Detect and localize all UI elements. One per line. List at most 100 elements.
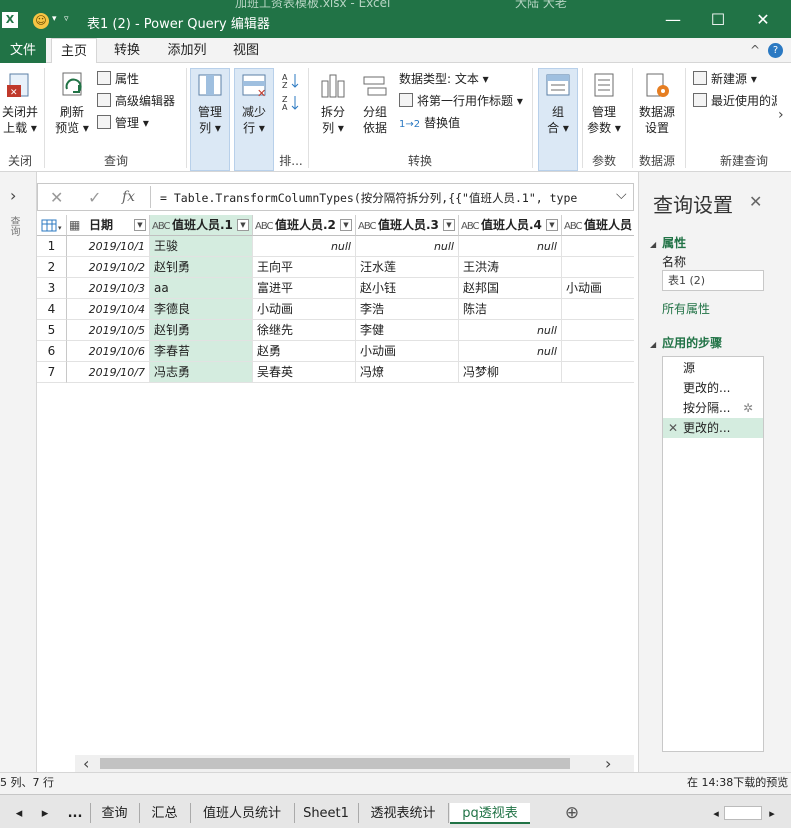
table-cell[interactable]: 冯志勇 (150, 362, 253, 383)
group-by-button[interactable]: 分组 依据 (356, 71, 394, 136)
column-header-c5[interactable]: ABC 值班人员 (562, 215, 634, 236)
table-cell-date[interactable]: 2019/10/3 (67, 278, 150, 299)
fx-icon[interactable]: fx (122, 189, 135, 205)
table-cell[interactable]: 富进平 (253, 278, 356, 299)
table-cell[interactable]: null (459, 236, 562, 257)
prev-sheet-icon[interactable]: ◂ (10, 803, 28, 824)
table-cell-date[interactable]: 2019/10/4 (67, 299, 150, 320)
sort-ascending-button[interactable]: AZ (280, 71, 302, 93)
column-filter-dropdown-icon[interactable]: ▼ (134, 219, 146, 231)
table-cell[interactable]: null (459, 341, 562, 362)
collapse-ribbon-icon[interactable]: ^ (750, 43, 760, 57)
horizontal-scrollbar[interactable]: ‹ › (75, 754, 634, 773)
use-first-row-headers-button[interactable]: 将第一行用作标题 ▾ (399, 93, 523, 109)
table-cell-date[interactable]: 2019/10/6 (67, 341, 150, 362)
table-cell[interactable]: 小动画 (253, 299, 356, 320)
table-cell[interactable]: 吴春英 (253, 362, 356, 383)
table-cell[interactable]: null (459, 320, 562, 341)
add-sheet-icon[interactable]: ⊕ (560, 803, 584, 824)
all-properties-link[interactable]: 所有属性 (662, 300, 710, 317)
column-filter-dropdown-icon[interactable]: ▼ (443, 219, 455, 231)
queries-pane-label[interactable]: 查询 (6, 216, 21, 236)
sheet-tab-pivot-stats[interactable]: 透视表统计 (360, 803, 446, 824)
text-type-icon[interactable]: ABC (461, 216, 479, 237)
table-cell[interactable]: 冯燎 (356, 362, 459, 383)
row-number[interactable]: 3 (37, 278, 67, 299)
column-header-c2[interactable]: ABC 值班人员.2 ▼ (253, 215, 356, 236)
column-filter-dropdown-icon[interactable]: ▼ (340, 219, 352, 231)
delete-step-icon[interactable]: ✕ (668, 418, 678, 438)
reduce-rows-button[interactable]: ✕ 减少 行 ▾ (234, 71, 274, 136)
step-split-by-delimiter[interactable]: 按分隔... ✲ (663, 398, 763, 418)
qat-customize-icon[interactable]: ▿ (64, 14, 69, 24)
applied-steps-section-header[interactable]: ◢ 应用的步骤 (650, 334, 722, 351)
table-cell[interactable]: 冯梦柳 (459, 362, 562, 383)
close-query-settings-icon[interactable]: ✕ (749, 192, 762, 211)
date-type-icon[interactable]: ▦ (69, 215, 80, 236)
table-cell[interactable]: 汪水莲 (356, 257, 459, 278)
row-number[interactable]: 4 (37, 299, 67, 320)
column-header-c3[interactable]: ABC 值班人员.3 ▼ (356, 215, 459, 236)
table-cell-date[interactable]: 2019/10/7 (67, 362, 150, 383)
cancel-formula-icon[interactable]: ✕ (50, 188, 63, 207)
tab-add-column[interactable]: 添加列 (162, 38, 212, 63)
query-name-input[interactable]: 表1 (2) (662, 270, 764, 291)
ribbon-scroll-right-icon[interactable]: › (778, 107, 784, 123)
formula-input[interactable]: = Table.TransformColumnTypes(按分隔符拆分列,{{"… (160, 190, 577, 206)
table-cell[interactable] (562, 362, 634, 383)
advanced-editor-button[interactable]: 高级编辑器 (97, 93, 175, 109)
menu-file[interactable]: 文件 (0, 38, 46, 63)
column-header-c4[interactable]: ABC 值班人员.4 ▼ (459, 215, 562, 236)
table-cell[interactable]: aa (150, 278, 253, 299)
split-column-button[interactable]: 拆分 列 ▾ (314, 71, 352, 136)
replace-values-button[interactable]: 1→2 替换值 (399, 115, 460, 133)
qat-dropdown-icon[interactable]: ▾ (52, 14, 57, 24)
step-settings-gear-icon[interactable]: ✲ (743, 398, 753, 418)
text-type-icon[interactable]: ABC (358, 216, 376, 237)
table-cell[interactable]: null (253, 236, 356, 257)
table-cell[interactable] (562, 236, 634, 257)
row-number[interactable]: 7 (37, 362, 67, 383)
combine-button[interactable]: 组 合 ▾ (538, 71, 578, 136)
manage-parameters-button[interactable]: 管理 参数 ▾ (584, 71, 624, 136)
row-number[interactable]: 2 (37, 257, 67, 278)
row-number[interactable]: 6 (37, 341, 67, 362)
expand-formula-icon[interactable]: ⌵ (616, 187, 627, 203)
table-cell[interactable]: 赵勇 (253, 341, 356, 362)
table-menu-button[interactable]: ▾ (37, 215, 67, 236)
minimize-button[interactable]: — (663, 10, 683, 30)
row-number[interactable]: 1 (37, 236, 67, 257)
new-source-button[interactable]: 新建源 ▾ (693, 71, 757, 87)
step-source[interactable]: 源 (663, 358, 763, 378)
text-type-icon[interactable]: ABC (152, 216, 170, 237)
tab-scroll-thumb[interactable] (724, 806, 762, 820)
manage-columns-button[interactable]: 管理 列 ▾ (190, 71, 230, 136)
sheet-tab-summary[interactable]: 汇总 (141, 803, 188, 824)
table-cell[interactable]: 李健 (356, 320, 459, 341)
properties-section-header[interactable]: ◢ 属性 (650, 234, 686, 251)
table-cell[interactable] (562, 341, 634, 362)
help-icon[interactable]: ? (768, 43, 783, 58)
table-cell[interactable]: 李德良 (150, 299, 253, 320)
sheet-tab-sheet1[interactable]: Sheet1 (296, 803, 356, 824)
data-source-settings-button[interactable]: 数据源 设置 (634, 71, 680, 136)
sort-descending-button[interactable]: ZA (280, 93, 302, 115)
table-cell[interactable]: 小动画 (356, 341, 459, 362)
tab-transform[interactable]: 转换 (106, 38, 148, 63)
table-cell[interactable]: 李浩 (356, 299, 459, 320)
next-sheet-icon[interactable]: ▸ (36, 803, 54, 824)
table-cell-date[interactable]: 2019/10/5 (67, 320, 150, 341)
recent-sources-button[interactable]: 最近使用的源 (693, 93, 777, 109)
tab-home[interactable]: 主页 (51, 38, 97, 64)
refresh-preview-button[interactable]: 刷新 预览 ▾ (52, 71, 92, 136)
table-cell[interactable]: 徐继先 (253, 320, 356, 341)
sheet-tab-query[interactable]: 查询 (92, 803, 137, 824)
table-cell[interactable]: 王骏 (150, 236, 253, 257)
table-cell[interactable]: 王向平 (253, 257, 356, 278)
step-changed-type-2[interactable]: ✕ 更改的... (663, 418, 763, 438)
text-type-icon[interactable]: ABC (255, 216, 273, 237)
table-cell[interactable]: 陈洁 (459, 299, 562, 320)
table-cell[interactable]: 赵钊勇 (150, 320, 253, 341)
tab-scroll-right-icon[interactable]: ▸ (764, 803, 780, 824)
feedback-smiley-icon[interactable]: ☺ (33, 13, 49, 29)
